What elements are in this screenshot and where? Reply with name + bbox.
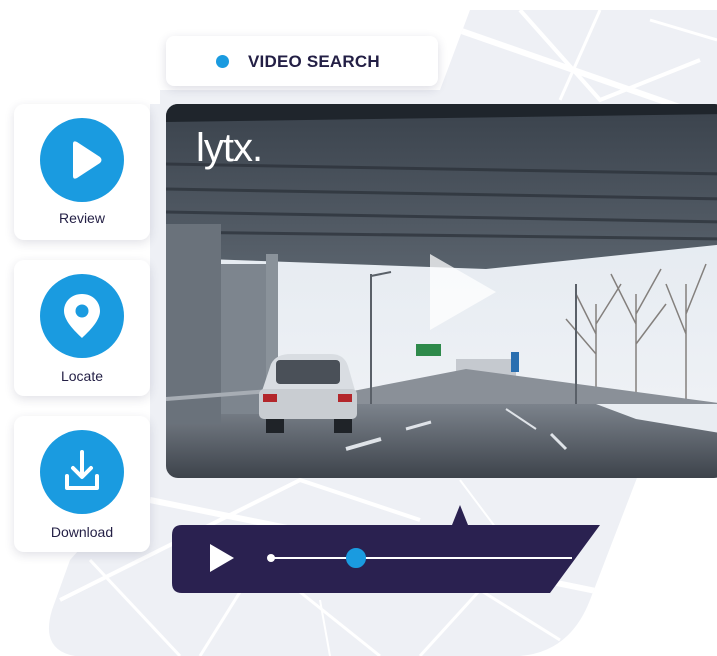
scrubber-thumb[interactable]: [346, 548, 366, 568]
play-icon: [40, 118, 124, 202]
video-search-title: VIDEO SEARCH: [248, 52, 380, 71]
scrubber-track[interactable]: [272, 557, 572, 559]
status-dot-icon: [216, 55, 229, 68]
locate-label: Locate: [60, 368, 104, 384]
map-pin-icon: [40, 274, 124, 358]
locate-button[interactable]: Locate: [14, 260, 150, 396]
download-icon: [40, 430, 124, 514]
review-label: Review: [59, 210, 105, 226]
lytx-logo: lytx.: [196, 126, 263, 170]
download-label: Download: [50, 524, 114, 540]
player-controls-bar: [172, 505, 600, 593]
scrubber-start-dot: [267, 554, 275, 562]
review-button[interactable]: Review: [14, 104, 150, 240]
video-search-header[interactable]: VIDEO SEARCH: [166, 36, 438, 86]
player-play-icon[interactable]: [206, 542, 238, 574]
download-button[interactable]: Download: [14, 416, 150, 552]
video-play-overlay-icon[interactable]: [420, 250, 504, 334]
